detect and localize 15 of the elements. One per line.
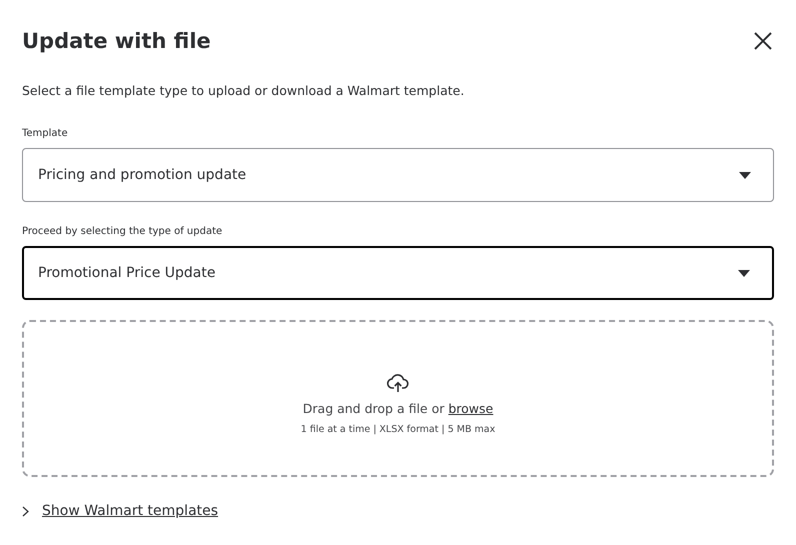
dropdown-select[interactable]: Pricing and promotion update [22,148,774,202]
field-label: Template [22,128,68,139]
close-icon[interactable] [752,30,774,52]
dialog-description: Select a file template type to upload or download a Walmart template. [22,83,466,98]
file-requirements: 1 file at a time | XLSX format | 5 MB max [300,424,496,434]
dropdown-select[interactable]: Promotional Price Update [22,246,774,300]
caret-icon [739,172,751,178]
browse-link[interactable]: browse [448,400,494,416]
drop-prompt: Drag and drop a file or browse [302,400,494,416]
show-templates-link[interactable]: Show Walmart templates [42,503,218,519]
file-dropzone[interactable]: Drag and drop a file or browse 1 file at a time | XLSX format | 5 MB max [22,320,774,477]
dialog-title: Update with file [22,29,211,53]
field-label: Proceed by selecting the type of update [22,226,222,237]
cloud-upload-icon [387,372,409,392]
caret-icon [738,270,750,276]
